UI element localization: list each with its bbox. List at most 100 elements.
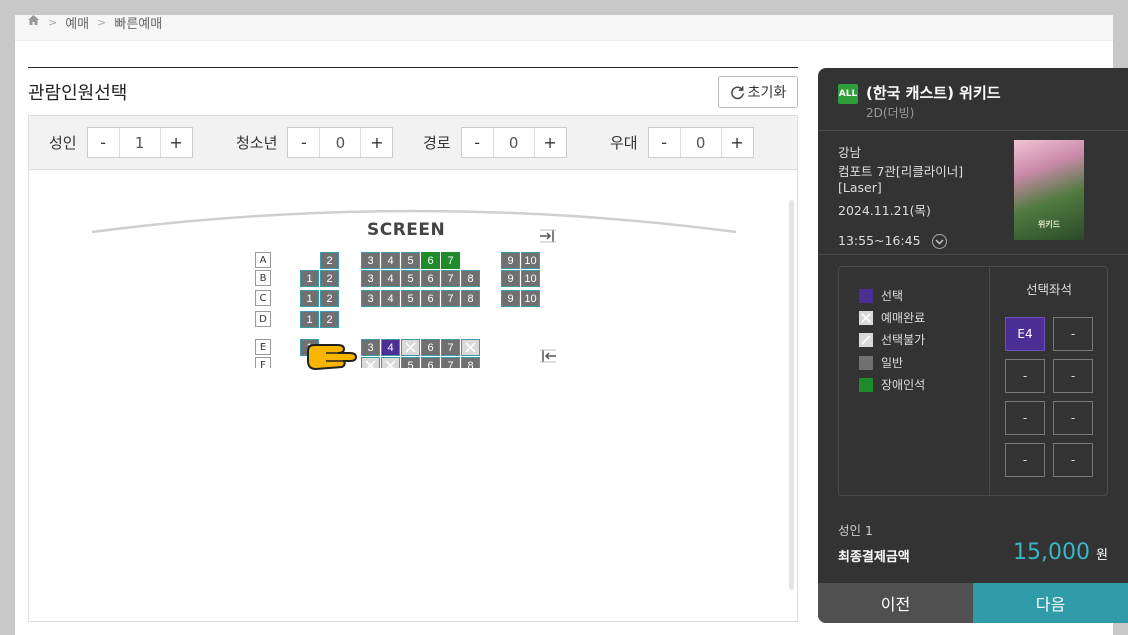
- reset-label: 초기화: [747, 85, 787, 101]
- refresh-icon: [730, 85, 744, 99]
- increment-button[interactable]: +: [535, 128, 566, 157]
- legend-swatch-x-icon: [859, 310, 873, 325]
- seat-c9[interactable]: 9: [501, 290, 520, 307]
- theater-hall: 컴포트 7관[리클라이너]: [838, 164, 964, 179]
- seat-c5[interactable]: 5: [401, 290, 420, 307]
- seat-e4[interactable]: 4: [381, 339, 400, 356]
- seat-a10[interactable]: 10: [521, 252, 540, 269]
- seat-b4[interactable]: 4: [381, 270, 400, 287]
- pointing-hand-icon: [307, 344, 358, 371]
- decrement-button[interactable]: -: [88, 128, 119, 157]
- seat-e3[interactable]: 3: [361, 339, 380, 356]
- seat-c1[interactable]: 1: [300, 290, 319, 307]
- scrollbar[interactable]: [789, 200, 794, 590]
- seat-c2[interactable]: 2: [320, 290, 339, 307]
- total-price: 15,000 원: [1013, 540, 1108, 565]
- legend-label: 장애인석: [881, 378, 926, 392]
- seat-b8[interactable]: 8: [461, 270, 480, 287]
- page-title: 관람인원선택: [28, 83, 128, 104]
- selected-seat-slot[interactable]: -: [1053, 443, 1093, 477]
- seat-b7[interactable]: 7: [441, 270, 460, 287]
- seat-a4[interactable]: 4: [381, 252, 400, 269]
- prev-button[interactable]: 이전: [818, 583, 973, 623]
- legend-label: 선택: [881, 289, 904, 303]
- divider: [818, 254, 1128, 255]
- legend-unavailable: 선택불가: [859, 331, 925, 348]
- seat-c8[interactable]: 8: [461, 290, 480, 307]
- seat-map: SCREEN A 2 3 4 5 6 7 9 10 B 1 2 3 4 5 6 7 8 9 10 C 1 2 3 4 5 6 7 8 9 1…: [28, 169, 798, 622]
- legend-swatch: [859, 377, 873, 392]
- people-count: 0: [492, 128, 535, 157]
- seat-e6[interactable]: 6: [421, 339, 440, 356]
- seat-b2[interactable]: 2: [320, 270, 339, 287]
- people-group-youth: 청소년 - 0 +: [236, 127, 394, 158]
- row-label-c: C: [255, 290, 271, 306]
- selected-seat-slot[interactable]: -: [1005, 443, 1045, 477]
- divider: [28, 67, 798, 68]
- seat-b6[interactable]: 6: [421, 270, 440, 287]
- seat-b3[interactable]: 3: [361, 270, 380, 287]
- selected-seat-slot[interactable]: -: [1005, 401, 1045, 435]
- people-count: 0: [319, 128, 362, 157]
- people-label: 경로: [423, 134, 451, 152]
- breadcrumb-item[interactable]: 예매: [65, 13, 89, 32]
- divider: [818, 130, 1128, 131]
- people-label: 우대: [610, 134, 638, 152]
- seat-d2[interactable]: 2: [320, 311, 339, 328]
- seat-b9[interactable]: 9: [501, 270, 520, 287]
- seat-d1[interactable]: 1: [300, 311, 319, 328]
- seat-b5[interactable]: 5: [401, 270, 420, 287]
- breadcrumb-item[interactable]: 빠른예매: [114, 13, 162, 32]
- legend-accessible: 장애인석: [859, 376, 925, 393]
- decrement-button[interactable]: -: [649, 128, 680, 157]
- increment-button[interactable]: +: [161, 128, 192, 157]
- people-stepper: - 0 +: [460, 127, 567, 158]
- people-label: 청소년: [236, 134, 278, 152]
- seat-b10[interactable]: 10: [521, 270, 540, 287]
- people-label: 성인: [49, 134, 77, 152]
- seat-c4[interactable]: 4: [381, 290, 400, 307]
- show-time: 13:55~16:45: [838, 233, 921, 248]
- people-selector: 성인 - 1 + 청소년 - 0 + 경로 - 0 + 우대 - 0 +: [28, 115, 798, 169]
- poster-title: 위키드: [1038, 220, 1061, 229]
- selected-seat-slot[interactable]: -: [1053, 401, 1093, 435]
- exit-left-icon: [540, 349, 556, 363]
- movie-format: 2D(더빙): [866, 106, 915, 120]
- seat-a2[interactable]: 2: [320, 252, 339, 269]
- reset-button[interactable]: 초기화: [718, 76, 798, 108]
- seat-b1[interactable]: 1: [300, 270, 319, 287]
- seat-a5[interactable]: 5: [401, 252, 420, 269]
- seat-a7[interactable]: 7: [441, 252, 460, 269]
- decrement-button[interactable]: -: [288, 128, 319, 157]
- chevron-down-icon[interactable]: [932, 234, 947, 249]
- screen-type: [Laser]: [838, 180, 882, 195]
- people-stepper: - 0 +: [647, 127, 754, 158]
- selected-seat-slot[interactable]: -: [1053, 359, 1093, 393]
- decrement-button[interactable]: -: [462, 128, 493, 157]
- next-button[interactable]: 다음: [973, 583, 1128, 623]
- selected-seats-title: 선택좌석: [1025, 282, 1072, 297]
- row-label-d: D: [255, 311, 271, 327]
- breadcrumb: > 예매 > 빠른예매: [27, 13, 162, 32]
- increment-button[interactable]: +: [361, 128, 392, 157]
- seat-e7[interactable]: 7: [441, 339, 460, 356]
- seat-c7[interactable]: 7: [441, 290, 460, 307]
- movie-poster: 위키드: [1014, 140, 1084, 240]
- seat-a6[interactable]: 6: [421, 252, 440, 269]
- currency-unit: 원: [1096, 548, 1108, 563]
- selected-seat-slot[interactable]: E4: [1005, 317, 1045, 351]
- legend-general: 일반: [859, 354, 903, 371]
- seat-selection-panel: 관람인원선택 초기화 성인 - 1 + 청소년 - 0 + 경로 - 0 + 우…: [28, 67, 798, 622]
- home-icon[interactable]: [27, 14, 40, 30]
- seat-a9[interactable]: 9: [501, 252, 520, 269]
- seat-c3[interactable]: 3: [361, 290, 380, 307]
- seat-a3[interactable]: 3: [361, 252, 380, 269]
- people-group-senior: 경로 - 0 +: [423, 127, 567, 158]
- selected-seat-slot[interactable]: -: [1005, 359, 1045, 393]
- increment-button[interactable]: +: [722, 128, 753, 157]
- legend-booked: 예매완료: [859, 309, 925, 326]
- seat-c6[interactable]: 6: [421, 290, 440, 307]
- seat-c10[interactable]: 10: [521, 290, 540, 307]
- legend-label: 일반: [881, 356, 904, 370]
- selected-seat-slot[interactable]: -: [1053, 317, 1093, 351]
